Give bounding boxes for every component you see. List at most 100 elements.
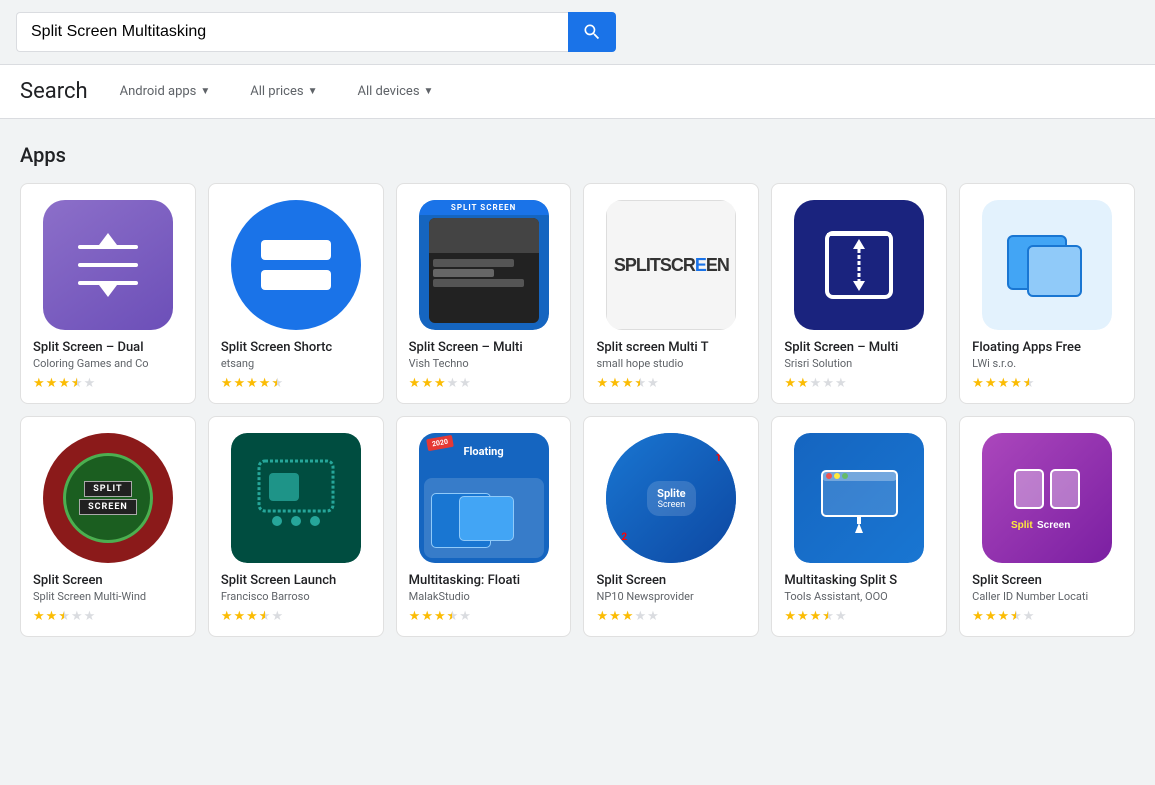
app-name: Split Screen – Dual: [33, 340, 183, 355]
app-card[interactable]: Split Screen Launch Francisco Barroso ★★…: [208, 416, 384, 637]
app-icon: SPLITSCREEN: [606, 200, 736, 330]
star-empty: ★: [459, 609, 471, 624]
star-empty: ★: [822, 376, 834, 391]
star-empty: ★: [835, 376, 847, 391]
app-author: Caller ID Number Locati: [972, 590, 1122, 603]
star-rating: ★★★★★: [784, 376, 846, 391]
app-card[interactable]: Multitasking Split S Tools Assistant, OO…: [771, 416, 947, 637]
app-name: Split Screen: [596, 573, 746, 588]
star-full: ★: [997, 376, 1009, 391]
star-full: ★: [434, 376, 446, 391]
filter-bar: Search Android apps ▼ All prices ▼ All d…: [0, 65, 1155, 119]
device-filter[interactable]: All devices ▼: [350, 80, 442, 103]
price-chevron: ▼: [308, 86, 318, 97]
star-full: ★: [46, 376, 58, 391]
app-card[interactable]: Split Screen Split Screen Caller ID Numb…: [959, 416, 1135, 637]
star-half: ★★: [271, 376, 283, 391]
app-card[interactable]: Split Screen – Dual Coloring Games and C…: [20, 183, 196, 404]
app-card[interactable]: SPLIT SCREEN Split Screen Split Screen M…: [20, 416, 196, 637]
star-empty: ★: [271, 609, 283, 624]
star-full: ★: [33, 609, 45, 624]
app-icon: SPLIT SCREEN: [419, 200, 549, 330]
star-half: ★★: [634, 376, 646, 391]
filter-title: Search: [20, 79, 88, 104]
star-full: ★: [797, 609, 809, 624]
star-empty: ★: [71, 609, 83, 624]
app-icon: SPLIT SCREEN: [43, 433, 173, 563]
star-empty: ★: [647, 376, 659, 391]
app-card[interactable]: Split Screen – Multi Srisri Solution ★★★…: [771, 183, 947, 404]
app-name: Split Screen Shortc: [221, 340, 371, 355]
app-author: Vish Techno: [409, 357, 559, 370]
star-rating: ★★★★★★: [221, 609, 283, 624]
search-button[interactable]: [568, 12, 616, 52]
app-card[interactable]: Splite Screen 1 2 Split Screen NP10 News…: [583, 416, 759, 637]
star-full: ★: [259, 376, 271, 391]
app-icon: Split Screen: [982, 433, 1112, 563]
star-half: ★★: [71, 376, 83, 391]
app-author: Francisco Barroso: [221, 590, 371, 603]
category-filter[interactable]: Android apps ▼: [112, 80, 219, 103]
star-full: ★: [609, 376, 621, 391]
app-icon: 2020 Floating: [419, 433, 549, 563]
star-full: ★: [233, 376, 245, 391]
star-full: ★: [810, 609, 822, 624]
star-full: ★: [233, 609, 245, 624]
app-icon: [794, 433, 924, 563]
price-filter[interactable]: All prices ▼: [242, 80, 325, 103]
category-label: Android apps: [120, 84, 197, 99]
star-full: ★: [997, 609, 1009, 624]
app-author: small hope studio: [596, 357, 746, 370]
app-icon: [43, 200, 173, 330]
star-rating: ★★★★★★: [784, 609, 846, 624]
star-full: ★: [421, 609, 433, 624]
star-rating: ★★★★★★: [972, 376, 1034, 391]
app-card[interactable]: SPLITSCREEN Split screen Multi T small h…: [583, 183, 759, 404]
star-rating: ★★★★★★: [596, 376, 658, 391]
app-icon: Splite Screen 1 2: [606, 433, 736, 563]
app-card[interactable]: 2020 Floating Multitasking: Floati Malak…: [396, 416, 572, 637]
star-half: ★★: [1023, 376, 1035, 391]
search-input[interactable]: [16, 12, 568, 52]
star-half: ★★: [1010, 609, 1022, 624]
star-full: ★: [409, 609, 421, 624]
app-author: Srisri Solution: [784, 357, 934, 370]
star-full: ★: [246, 376, 258, 391]
app-author: Coloring Games and Co: [33, 357, 183, 370]
svg-text:Split: Split: [1011, 520, 1033, 531]
app-icon: [231, 200, 361, 330]
star-empty: ★: [447, 376, 459, 391]
star-full: ★: [972, 609, 984, 624]
star-half: ★★: [822, 609, 834, 624]
app-card[interactable]: Split Screen Shortc etsang ★★★★★★: [208, 183, 384, 404]
star-full: ★: [434, 609, 446, 624]
star-empty: ★: [84, 376, 96, 391]
search-bar-container: [0, 0, 1155, 65]
device-chevron: ▼: [424, 86, 434, 97]
star-rating: ★★★★★: [409, 376, 471, 391]
app-author: LWi s.r.o.: [972, 357, 1122, 370]
app-card[interactable]: SPLIT SCREEN Split Screen – Multi Vish T…: [396, 183, 572, 404]
app-author: MalakStudio: [409, 590, 559, 603]
search-icon: [582, 22, 602, 42]
section-title: Apps: [20, 143, 1135, 167]
category-chevron: ▼: [200, 86, 210, 97]
app-name: Split Screen – Multi: [409, 340, 559, 355]
star-full: ★: [797, 376, 809, 391]
star-full: ★: [596, 609, 608, 624]
app-card[interactable]: Floating Apps Free LWi s.r.o. ★★★★★★: [959, 183, 1135, 404]
app-name: Multitasking Split S: [784, 573, 934, 588]
search-bar: [16, 12, 616, 52]
app-name: Floating Apps Free: [972, 340, 1122, 355]
star-half: ★★: [58, 609, 70, 624]
star-full: ★: [985, 376, 997, 391]
app-name: Split screen Multi T: [596, 340, 746, 355]
app-icon: [982, 200, 1112, 330]
star-full: ★: [784, 376, 796, 391]
star-full: ★: [596, 376, 608, 391]
star-full: ★: [221, 376, 233, 391]
price-label: All prices: [250, 84, 303, 99]
star-full: ★: [46, 609, 58, 624]
app-icon: [231, 433, 361, 563]
app-name: Multitasking: Floati: [409, 573, 559, 588]
